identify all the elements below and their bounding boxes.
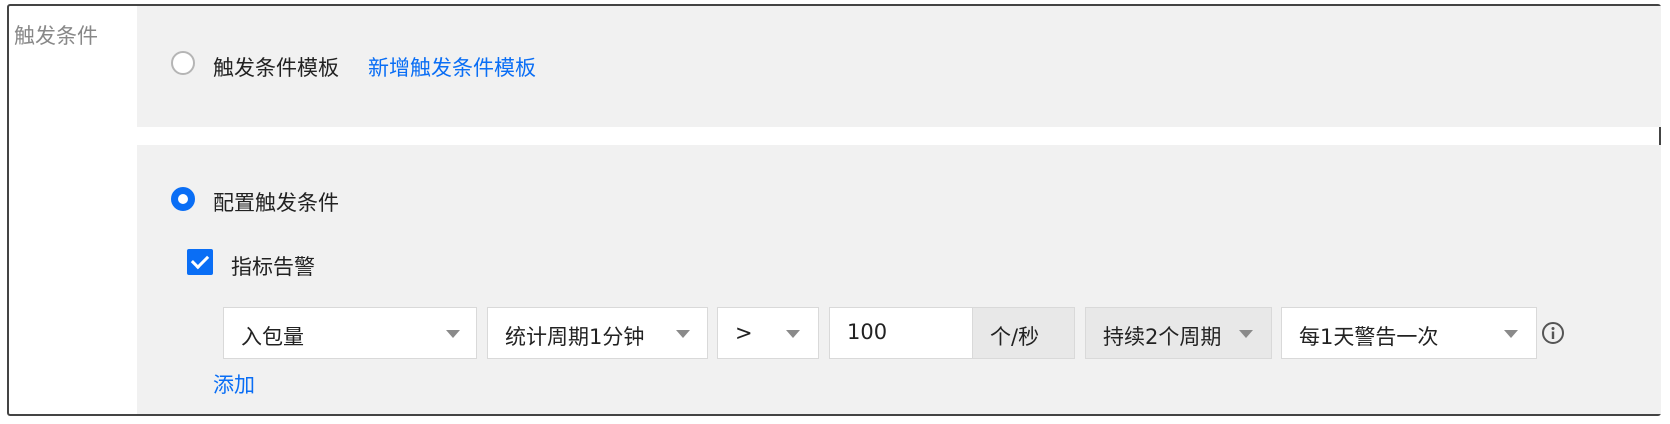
metric-alarm-checkbox[interactable] bbox=[187, 249, 213, 275]
chevron-down-icon bbox=[1239, 330, 1253, 338]
chevron-down-icon bbox=[676, 330, 690, 338]
chevron-down-icon bbox=[1504, 330, 1518, 338]
frequency-select-value: 每1天警告一次 bbox=[1299, 325, 1439, 349]
metric-select-value: 入包量 bbox=[241, 325, 304, 349]
chevron-down-icon bbox=[786, 330, 800, 338]
trigger-condition-frame: 触发条件 触发条件模板 新增触发条件模板 配置触发条件 指标告警 入包量 统计周… bbox=[7, 4, 1661, 416]
info-circle-icon[interactable] bbox=[1541, 321, 1565, 345]
config-radio[interactable] bbox=[171, 187, 195, 211]
operator-select[interactable]: > bbox=[717, 307, 819, 359]
add-template-link[interactable]: 新增触发条件模板 bbox=[368, 52, 536, 82]
period-select[interactable]: 统计周期1分钟 bbox=[487, 307, 708, 359]
unit-label: 个/秒 bbox=[990, 325, 1040, 349]
threshold-field[interactable] bbox=[829, 307, 973, 359]
template-option-panel: 触发条件模板 新增触发条件模板 bbox=[137, 6, 1661, 127]
chevron-down-icon bbox=[446, 330, 460, 338]
operator-select-value: > bbox=[735, 321, 753, 345]
metric-select[interactable]: 入包量 bbox=[223, 307, 477, 359]
template-option-label: 触发条件模板 bbox=[213, 56, 339, 80]
period-select-value: 统计周期1分钟 bbox=[505, 325, 645, 349]
threshold-input[interactable] bbox=[847, 320, 967, 344]
duration-select-value: 持续2个周期 bbox=[1103, 325, 1222, 349]
section-label: 触发条件 bbox=[14, 24, 98, 48]
duration-select[interactable]: 持续2个周期 bbox=[1085, 307, 1272, 359]
config-option-label: 配置触发条件 bbox=[213, 191, 339, 215]
metric-alarm-label: 指标告警 bbox=[231, 255, 315, 279]
unit-addon: 个/秒 bbox=[973, 307, 1075, 359]
template-radio[interactable] bbox=[171, 51, 195, 75]
add-rule-link[interactable]: 添加 bbox=[213, 369, 255, 399]
frequency-select[interactable]: 每1天警告一次 bbox=[1281, 307, 1537, 359]
config-option-panel: 配置触发条件 指标告警 入包量 统计周期1分钟 > 个/秒 持续2个周期 每1天… bbox=[137, 145, 1661, 414]
